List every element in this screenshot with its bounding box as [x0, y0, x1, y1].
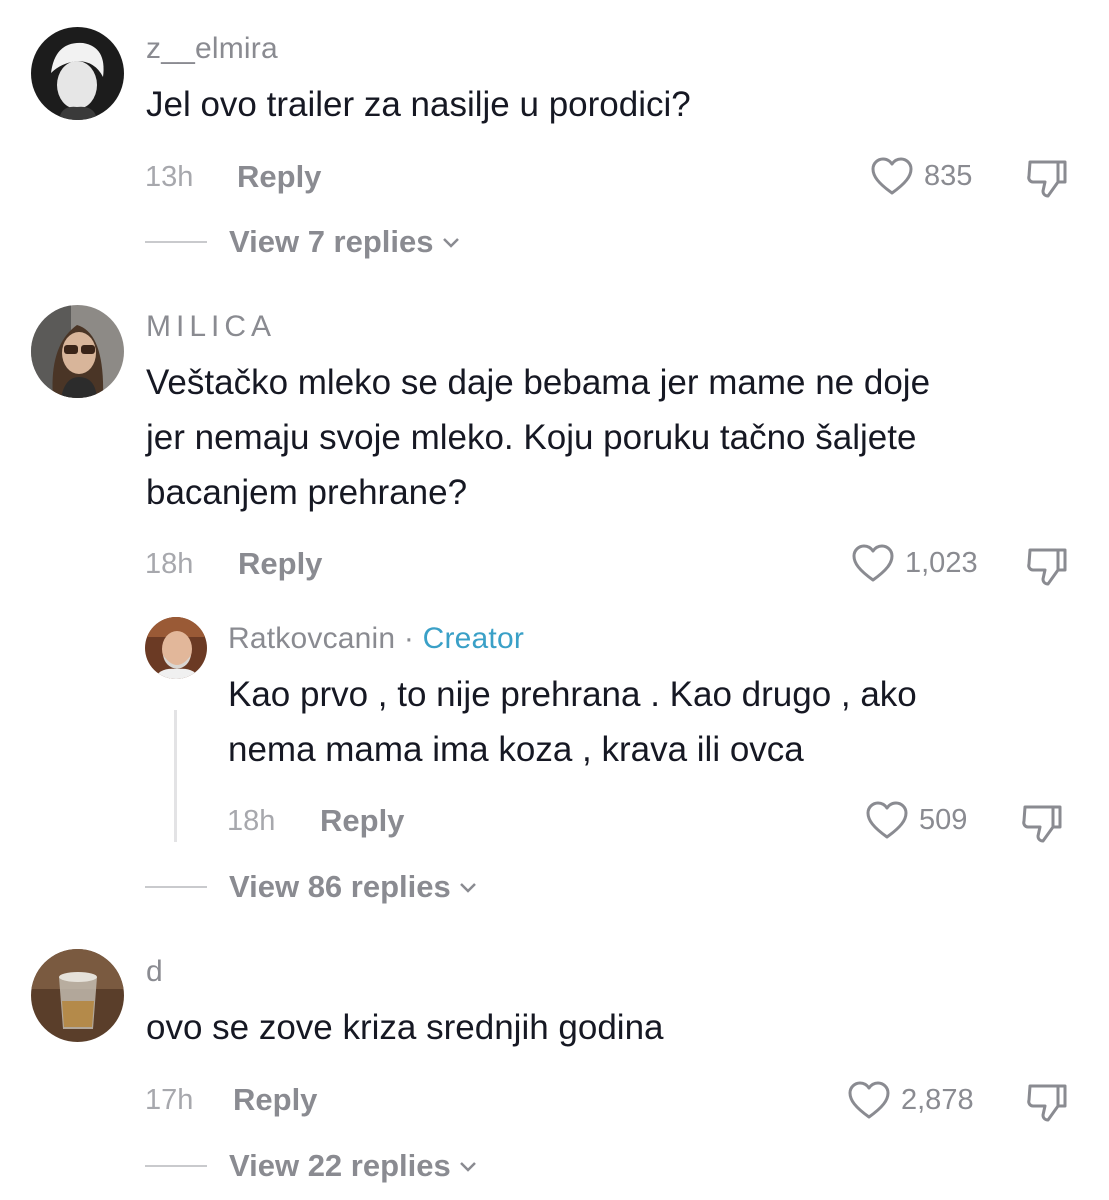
comment-text-line: jer nemaju svoje mleko. Koju poruku tačn…: [146, 418, 917, 457]
like-count: 2,878: [901, 1083, 974, 1116]
view-replies-label: View 86 replies: [229, 869, 451, 904]
reply-text-line: nema mama ima koza , krava ili ovca: [228, 730, 804, 769]
dislike-button[interactable]: [1024, 542, 1070, 588]
comment-username[interactable]: MILICA: [146, 310, 276, 344]
heart-outline-icon: [848, 1081, 890, 1119]
comment-text: Veštačko mleko se daje bebama jer mame n…: [146, 355, 930, 520]
avatar-image: [145, 617, 207, 679]
heart-outline-icon: [866, 801, 908, 839]
like-button[interactable]: 2,878: [847, 1080, 974, 1120]
comment-timestamp: 17h: [145, 1084, 194, 1116]
comment-username[interactable]: z__elmira: [146, 32, 278, 66]
divider: [145, 241, 207, 243]
comment-text: ovo se zove kriza srednjih godina: [146, 1000, 664, 1055]
separator: ·: [403, 622, 415, 655]
like-count: 1,023: [905, 546, 978, 579]
creator-badge: Creator: [422, 622, 525, 655]
like-count: 509: [919, 803, 968, 836]
view-replies-label: View 7 replies: [229, 224, 434, 259]
comment-text-line: ovo se zove kriza srednjih godina: [146, 1008, 664, 1047]
view-replies-label: View 22 replies: [229, 1148, 451, 1183]
comment-timestamp: 18h: [145, 548, 194, 580]
reply-username[interactable]: Ratkovcanin · Creator: [228, 622, 524, 656]
comment-timestamp: 13h: [145, 161, 194, 193]
dislike-button[interactable]: [1019, 799, 1065, 845]
chevron-down-icon: [442, 238, 459, 248]
reply-text: Kao prvo , to nije prehrana . Kao drugo …: [228, 667, 917, 777]
avatar-image: [31, 305, 124, 398]
view-replies-button[interactable]: View 7 replies: [145, 224, 462, 260]
thumbs-down-icon: [1022, 805, 1062, 843]
like-button[interactable]: 1,023: [851, 543, 978, 583]
avatar-image: [31, 949, 124, 1042]
avatar[interactable]: [31, 305, 124, 398]
comment-text-line: Jel ovo trailer za nasilje u porodici?: [146, 85, 691, 124]
thumbs-down-icon: [1027, 1084, 1067, 1122]
divider: [145, 1165, 207, 1167]
chevron-down-icon: [459, 883, 476, 893]
like-count: 835: [924, 159, 973, 192]
heart-outline-icon: [871, 157, 913, 195]
reply-button[interactable]: Reply: [233, 1082, 317, 1118]
avatar-image: [31, 27, 124, 120]
like-button[interactable]: 835: [870, 156, 972, 196]
divider: [145, 886, 207, 888]
like-button[interactable]: 509: [865, 800, 967, 840]
comment-text-line: Veštačko mleko se daje bebama jer mame n…: [146, 363, 931, 402]
reply-timestamp: 18h: [227, 805, 276, 837]
chevron-down-icon: [459, 1162, 476, 1172]
dislike-button[interactable]: [1024, 1078, 1070, 1124]
reply-username-text: Ratkovcanin: [228, 622, 396, 655]
reply-text-line: Kao prvo , to nije prehrana . Kao drugo …: [228, 675, 917, 714]
heart-outline-icon: [852, 544, 894, 582]
view-replies-button[interactable]: View 86 replies: [145, 869, 479, 905]
thumbs-down-icon: [1027, 160, 1067, 198]
thumbs-down-icon: [1027, 548, 1067, 586]
view-replies-button[interactable]: View 22 replies: [145, 1148, 479, 1184]
thread-line: [174, 710, 177, 842]
comment-username[interactable]: d: [146, 955, 163, 989]
avatar[interactable]: [145, 617, 207, 679]
reply-button[interactable]: Reply: [238, 546, 322, 582]
comment-text: Jel ovo trailer za nasilje u porodici?: [146, 77, 691, 132]
reply-button[interactable]: Reply: [237, 159, 321, 195]
reply-button[interactable]: Reply: [320, 803, 404, 839]
dislike-button[interactable]: [1024, 154, 1070, 200]
avatar[interactable]: [31, 27, 124, 120]
comment-text-line: bacanjem prehrane?: [146, 473, 468, 512]
avatar[interactable]: [31, 949, 124, 1042]
